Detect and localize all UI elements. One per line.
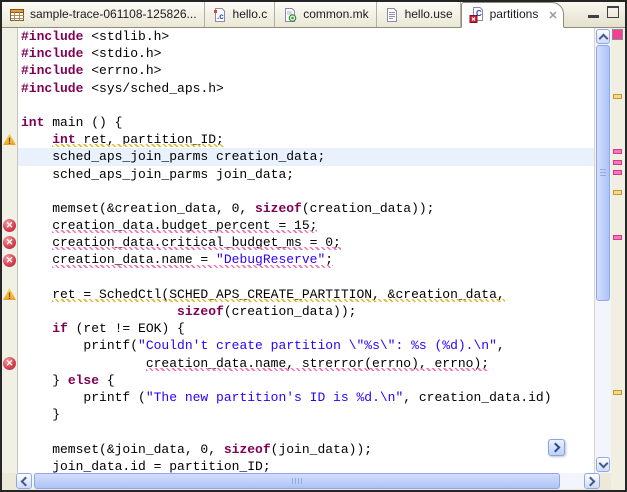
code-line[interactable]	[18, 423, 594, 440]
error-icon[interactable]: ✕	[3, 219, 16, 232]
code-line[interactable]: #include <sys/sched_aps.h>	[18, 80, 594, 97]
code-line[interactable]: #include <stdlib.h>	[18, 28, 594, 45]
tab-partitions[interactable]: C partitions ✕	[461, 2, 564, 28]
chevron-right-icon	[550, 443, 560, 453]
vertical-scrollbar-thumb[interactable]	[596, 45, 610, 301]
warning-icon[interactable]: !	[3, 133, 16, 145]
view-controls	[588, 6, 619, 18]
warning-squiggle	[52, 299, 504, 302]
overview-ruler[interactable]	[611, 28, 625, 490]
close-icon[interactable]: ✕	[548, 9, 557, 22]
c-file-error-icon: C	[469, 7, 485, 23]
ruler-marker-error[interactable]	[613, 170, 622, 175]
scroll-down-button[interactable]	[596, 457, 610, 472]
warning-squiggle	[52, 144, 224, 147]
error-icon[interactable]: ✕	[3, 357, 16, 370]
code-line[interactable]	[18, 269, 594, 286]
code-line[interactable]: ret = SchedCtl(SCHED_APS_CREATE_PARTITIO…	[18, 286, 594, 303]
tab-hello-c[interactable]: .c hello.c	[205, 2, 276, 27]
scroll-up-button[interactable]	[596, 29, 610, 44]
scroll-left-button[interactable]	[16, 473, 32, 489]
horizontal-scrollbar-thumb[interactable]	[34, 473, 560, 489]
code-line[interactable]: if (ret != EOK) {	[18, 320, 594, 337]
code-line[interactable]: memset(&join_data, 0, sizeof(join_data))…	[18, 441, 594, 458]
code-line[interactable]: memset(&creation_data, 0, sizeof(creatio…	[18, 200, 594, 217]
document-status-indicator[interactable]	[612, 29, 623, 40]
error-icon[interactable]: ✕	[3, 254, 16, 267]
code-line[interactable]: sched_aps_join_parms join_data;	[18, 166, 594, 183]
chevron-up-icon	[598, 33, 608, 43]
c-file-icon: .c	[212, 7, 228, 23]
svg-text:.c: .c	[217, 12, 224, 21]
chevron-left-icon	[21, 476, 31, 486]
scroll-right-button[interactable]	[584, 473, 600, 489]
tab-label: sample-trace-061108-125826...	[30, 7, 197, 21]
horizontal-scrollbar[interactable]	[16, 473, 600, 489]
code-line[interactable]	[18, 97, 594, 114]
code-line[interactable]: } else {	[18, 372, 594, 389]
error-squiggle	[52, 247, 341, 250]
ruler-marker-error[interactable]	[613, 149, 622, 154]
maximize-icon[interactable]	[607, 6, 619, 18]
code-line[interactable]: printf ("The new partition's ID is %d.\n…	[18, 389, 594, 406]
code-line[interactable]: #include <errno.h>	[18, 62, 594, 79]
makefile-icon	[282, 7, 298, 23]
error-squiggle	[52, 265, 333, 268]
error-squiggle	[52, 230, 317, 233]
code-editor: ! ✕ ✕ ✕! ✕ #include <stdlib.h>#include <stdi…	[2, 28, 625, 473]
code-line[interactable]: printf("Couldn't create partition \"%s\"…	[18, 337, 594, 354]
code-line[interactable]: creation_data.name, strerror(errno), err…	[18, 355, 594, 372]
code-line[interactable]: creation_data.budget_percent = 15;	[18, 217, 594, 234]
editor-tab-bar: sample-trace-061108-125826... .c hello.c…	[2, 2, 625, 28]
annotation-gutter: ! ✕ ✕ ✕! ✕	[2, 28, 18, 473]
code-line[interactable]: join_data.id = partition_ID;	[18, 458, 594, 473]
code-line[interactable]: sched_aps_join_parms creation_data;	[18, 148, 594, 165]
tab-hello-use[interactable]: hello.use	[377, 2, 461, 27]
chevron-right-icon	[586, 476, 596, 486]
ruler-marker-error[interactable]	[613, 160, 622, 165]
next-annotation-button[interactable]	[548, 439, 565, 456]
code-line[interactable]: }	[18, 406, 594, 423]
chevron-down-icon	[598, 458, 608, 468]
code-line[interactable]: int ret, partition_ID;	[18, 131, 594, 148]
code-pane[interactable]: #include <stdlib.h>#include <stdio.h>#in…	[18, 28, 594, 473]
tab-label: common.mk	[303, 7, 368, 21]
tab-label: hello.use	[405, 7, 453, 21]
ide-editor-window: sample-trace-061108-125826... .c hello.c…	[0, 0, 627, 492]
code-line[interactable]: creation_data.name = "DebugReserve";	[18, 251, 594, 268]
code-line[interactable]: sizeof(creation_data));	[18, 303, 594, 320]
code-line[interactable]: #include <stdio.h>	[18, 45, 594, 62]
ruler-marker-warning[interactable]	[613, 94, 622, 99]
vertical-scrollbar[interactable]	[594, 28, 611, 473]
code-line[interactable]: creation_data.critical_budget_ms = 0;	[18, 234, 594, 251]
trace-table-icon	[9, 7, 25, 23]
text-file-icon	[384, 7, 400, 23]
bottom-bar	[2, 473, 611, 490]
ruler-marker-warning[interactable]	[613, 390, 622, 395]
warning-icon[interactable]: !	[3, 288, 16, 300]
tab-label: hello.c	[233, 7, 268, 21]
error-squiggle	[146, 368, 489, 371]
code-line[interactable]: int main () {	[18, 114, 594, 131]
tab-common-mk[interactable]: common.mk	[275, 2, 376, 27]
ruler-marker-warning[interactable]	[613, 190, 622, 195]
code-line[interactable]	[18, 183, 594, 200]
tab-sample-trace[interactable]: sample-trace-061108-125826...	[2, 2, 205, 27]
ruler-marker-error[interactable]	[613, 235, 622, 240]
minimize-icon[interactable]	[588, 6, 599, 18]
tab-label: partitions	[490, 7, 539, 21]
error-icon[interactable]: ✕	[3, 236, 16, 249]
